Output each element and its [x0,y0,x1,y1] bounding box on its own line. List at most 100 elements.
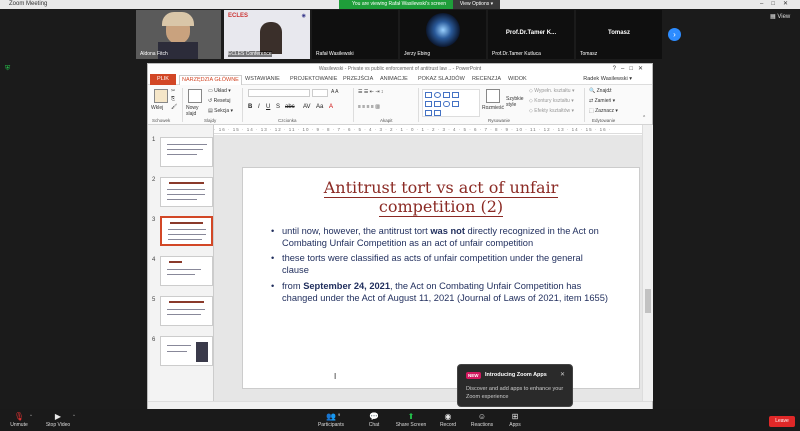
find-button[interactable]: 🔍 Znajdź [589,88,612,94]
paste-button[interactable]: Wklej [151,105,163,111]
shapes-gallery[interactable] [422,89,480,117]
slide-thumbnail[interactable] [160,177,213,207]
layout-button[interactable]: ▭ Układ ▾ [208,88,231,94]
format-painter-icon[interactable]: 🖌 [171,104,177,110]
hair-icon [162,12,194,26]
next-page-button[interactable]: › [668,28,681,41]
participant-tile[interactable]: Aldona Fitch [136,10,221,59]
slide-thumbnail[interactable] [160,256,213,286]
underline-button[interactable]: U [266,104,270,110]
arrow-shape-icon[interactable] [425,101,432,107]
brace-shape-icon[interactable] [425,110,432,116]
shape-effects-button[interactable]: ◇ Efekty kształtów ▾ [529,108,574,114]
tab-file[interactable]: PLIK [150,74,176,85]
rounded-rect-shape-icon[interactable] [443,101,450,107]
select-button[interactable]: ⬚ Zaznacz ▾ [589,108,618,114]
cut-icon[interactable]: ✂ [171,88,175,94]
font-size-input[interactable] [312,89,328,97]
tab-slideshow[interactable]: POKAZ SLAJDÓW [416,75,467,84]
arrange-icon[interactable] [486,89,500,103]
participant-tile[interactable]: Tomasz Tomasz [576,10,662,59]
participant-tile[interactable]: Jerzy Ebing [400,10,486,59]
participant-tile[interactable]: Rafał Wasilewski [312,10,398,59]
replace-button[interactable]: ⇄ Zamień ▾ [589,98,615,104]
font-color-button[interactable]: A [329,104,333,110]
share-screen-button[interactable]: ⬆ Share Screen [394,411,428,428]
slides-label: Slajdy [204,118,217,123]
reset-button[interactable]: ↺ Resetuj [208,98,231,104]
slide-title[interactable]: Antitrust tort vs act of unfair competit… [243,178,639,217]
star-shape-icon[interactable] [452,101,459,107]
apps-button[interactable]: ⊞ Apps [506,411,524,428]
participant-tile[interactable]: ECLES ◉ ECLES Conference [224,10,310,59]
tab-view[interactable]: WIDOK [506,75,529,84]
security-shield-icon[interactable]: ⛨ [5,65,10,73]
user-name[interactable]: Radek Wasilewski ▾ [583,75,632,84]
bullets-icon[interactable]: ☰ ☰ ⇤ ⇥ ↕ [358,89,383,95]
thumb-line [167,309,205,310]
new-slide-icon[interactable] [188,89,202,103]
separator [182,88,183,122]
participant-name-small: Prof.Dr.Tamer Kutluca [492,51,541,57]
participant-name: Prof.Dr.Tamer K... [505,30,557,36]
scrollbar-thumb[interactable] [645,289,651,313]
collapse-ribbon-icon[interactable]: ⌃ [642,115,646,121]
leave-button[interactable]: Leave [769,416,795,427]
thumb-line [167,351,187,352]
window-controls[interactable]: –□✕ [760,0,796,7]
reactions-button[interactable]: ☺ Reactions [469,411,495,428]
triangle-shape-icon[interactable] [434,101,441,107]
shape-outline-button[interactable]: ◇ Kontury kształtu ▾ [529,98,574,104]
tab-animations[interactable]: ANIMACJE [378,75,410,84]
strikethrough-button[interactable]: abc [285,104,295,110]
chevron-up-icon[interactable]: ^ [30,413,32,418]
tab-review[interactable]: RECENZJA [470,75,503,84]
bold-button[interactable]: B [248,104,252,110]
close-icon[interactable]: ✕ [560,371,565,378]
unmute-button[interactable]: 🎙 Unmute [8,411,30,428]
rectangle-shape-icon[interactable] [425,92,432,98]
view-options-button[interactable]: View Options ▾ [453,0,500,9]
participant-tile[interactable]: Prof.Dr.Tamer K... Prof.Dr.Tamer Kutluca [488,10,574,59]
font-name-input[interactable] [248,89,310,97]
textbox-shape-icon[interactable] [443,92,450,98]
paste-icon[interactable] [154,89,168,103]
vertical-scrollbar[interactable] [642,125,653,401]
ppt-window-controls[interactable]: ?–□✕ [613,64,648,74]
shape-fill-button[interactable]: ◇ Wypełn. kształtu ▾ [529,88,575,94]
view-button[interactable]: ▦ View [770,13,790,20]
slide-body[interactable]: until now, however, the antitrust tort w… [271,226,611,308]
slide-thumbnail[interactable] [160,137,213,167]
slide[interactable]: Antitrust tort vs act of unfair competit… [242,167,640,389]
galaxy-avatar-icon [426,13,460,47]
copy-icon[interactable]: ⎘ [171,96,175,102]
oval-shape-icon[interactable] [434,92,441,98]
spacing-button[interactable]: AV [303,104,311,110]
slide-thumbnail[interactable] [160,336,213,366]
arrange-button[interactable]: Rozmieść [482,105,504,111]
tab-home[interactable]: NARZĘDZIA GŁÓWNE [179,75,242,85]
tab-insert[interactable]: WSTAWIANIE [243,75,282,84]
slide-thumbnail-selected[interactable] [160,216,213,246]
chat-button[interactable]: 💬 Chat [364,411,384,428]
section-button[interactable]: ▤ Sekcja ▾ [208,108,233,114]
case-button[interactable]: Aa [316,104,323,110]
thumbnail-number: 4 [152,257,156,263]
font-grow-icon[interactable]: A A [331,89,339,95]
new-slide-button[interactable]: Nowy slajd [186,105,208,117]
record-button[interactable]: ◉ Record [438,411,458,428]
tab-design[interactable]: PROJEKTOWANIE [288,75,339,84]
quick-styles-button[interactable]: Szybkie style [506,96,524,108]
shadow-button[interactable]: S [276,104,280,110]
tab-transitions[interactable]: PRZEJŚCIA [341,75,375,84]
italic-button[interactable]: I [258,104,260,110]
line-shape-icon[interactable] [452,92,459,98]
slide-thumbnail[interactable] [160,296,213,326]
participants-button[interactable]: 👥 Participants [316,411,346,428]
zoom-apps-popup[interactable]: NEW Introducing Zoom Apps ✕ Discover and… [457,364,573,407]
microphone-muted-icon: 🎙 [13,412,25,421]
align-icon[interactable]: ≡ ≡ ≡ ≡ ▥ [358,104,380,110]
chevron-up-icon[interactable]: ^ [73,413,75,418]
stop-video-button[interactable]: ▶ Stop Video [42,411,74,428]
callout-shape-icon[interactable] [434,110,441,116]
